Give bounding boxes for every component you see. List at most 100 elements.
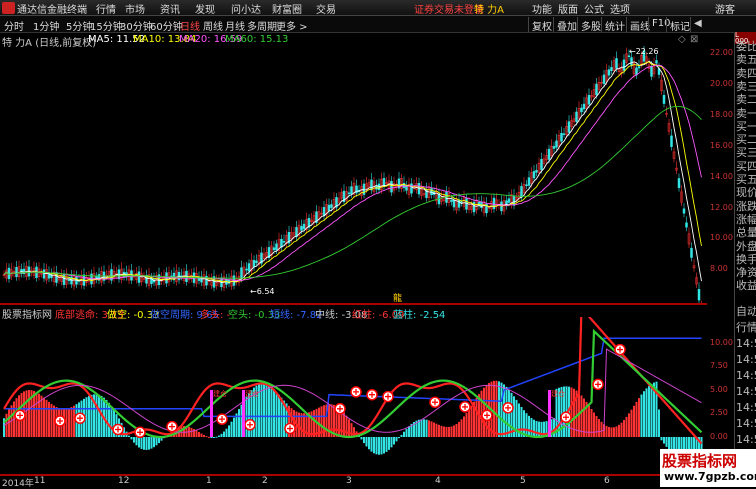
ind-tick: 2.50 xyxy=(710,408,728,417)
indicator-bar xyxy=(530,418,533,437)
menu-wealth[interactable]: 财富圈 xyxy=(272,1,302,16)
tab-intraday[interactable]: 分时 xyxy=(4,18,24,33)
indicator-bar xyxy=(623,420,625,437)
price-chart[interactable]: ←22.26 ←6.54 龍 xyxy=(0,46,707,304)
indicator-bar xyxy=(98,394,100,437)
chart-mark xyxy=(15,267,18,278)
chart-mark xyxy=(300,226,303,231)
tool-statistics[interactable]: 统计 xyxy=(601,17,628,33)
indicator-bar xyxy=(383,437,385,454)
indicator-bar: 股票指标网 底部逃命: 3.13 做空: -0.33 做空周期: 9.65 多头… xyxy=(0,304,707,321)
settings-icon[interactable]: ◇ xyxy=(678,34,686,45)
tab-monthly[interactable]: 月线 xyxy=(225,18,245,33)
chart-mark xyxy=(350,186,353,195)
quote-field-label: 外盘 xyxy=(736,239,756,253)
quote-field-label: 卖一 xyxy=(736,106,756,120)
indicator-bar xyxy=(460,419,463,437)
tab-30min[interactable]: 30分钟 xyxy=(120,18,153,33)
stock-name: 特 力A xyxy=(474,5,505,16)
tab-60min[interactable]: 60分钟 xyxy=(150,18,183,33)
menu-options[interactable]: 选项 xyxy=(610,1,630,16)
quote-field-label: 买四 xyxy=(736,159,756,173)
indicator-bar xyxy=(280,397,283,437)
chart-mark xyxy=(567,121,571,133)
tab-multi-period[interactable]: 多周期 xyxy=(247,18,277,33)
chart-mark xyxy=(282,241,286,243)
collapse-arrow-icon[interactable]: ◀ xyxy=(690,17,705,32)
chart-mark xyxy=(607,69,611,76)
tool-overlay[interactable]: 叠加 xyxy=(553,17,580,33)
quote-lower-label: 14:5 xyxy=(736,369,756,382)
indicator-bar xyxy=(213,437,215,438)
tab-1min[interactable]: 1分钟 xyxy=(33,18,59,33)
menu-discover[interactable]: 发现 xyxy=(195,1,215,16)
indicator-chart[interactable]: 建仓 建仓 建仓 xyxy=(0,317,707,475)
quote-lower-label: 行情 xyxy=(736,321,756,334)
chart-mark xyxy=(685,222,688,228)
indicator-bar xyxy=(268,385,270,437)
indicator-bar xyxy=(475,397,478,437)
indicator-bar xyxy=(445,426,448,437)
indicator-bar xyxy=(208,436,210,438)
indicator-bar xyxy=(635,401,638,437)
indicator-bar xyxy=(435,423,438,437)
chart-mark xyxy=(595,83,598,96)
menu-market[interactable]: 市场 xyxy=(125,1,145,16)
ma60-value: MA60: 15.13 xyxy=(225,34,289,45)
indicator-bar xyxy=(440,425,443,437)
indicator-bar xyxy=(648,385,650,437)
close-icon[interactable]: ⊠ xyxy=(690,34,698,45)
indicator-bar xyxy=(650,383,653,437)
indicator-bar xyxy=(628,413,630,437)
indicator-bar xyxy=(468,409,470,437)
indicator-bar xyxy=(590,408,593,437)
indicator-bar xyxy=(570,387,573,437)
indicator-bar xyxy=(385,437,388,452)
indicator-bar xyxy=(398,437,400,439)
quote-field-label: 委比 xyxy=(736,40,756,53)
indicator-bar xyxy=(65,408,68,437)
indicator-bar xyxy=(645,388,648,437)
indicator-bar xyxy=(438,424,440,437)
menu-function[interactable]: 功能 xyxy=(532,1,552,16)
indicator-bar xyxy=(140,437,143,449)
indicator-bar xyxy=(403,431,405,437)
indicator-bar xyxy=(228,425,230,437)
chart-mark xyxy=(610,67,613,71)
chart-mark xyxy=(272,247,276,251)
chart-mark xyxy=(450,199,453,202)
menu-ask[interactable]: 问小达 xyxy=(231,1,261,16)
tool-restore-rights[interactable]: 复权 xyxy=(528,17,555,33)
menu-trade[interactable]: 交易 xyxy=(316,1,336,16)
user-guest[interactable]: 游客 xyxy=(715,1,735,16)
chart-mark xyxy=(602,74,606,84)
quote-field-label: 买五 xyxy=(736,173,756,186)
indicator-bar xyxy=(663,437,665,444)
ind-tick: 5.00 xyxy=(710,385,728,394)
tab-15min[interactable]: 15分钟 xyxy=(90,18,123,33)
tab-daily[interactable]: 日线 xyxy=(180,18,200,33)
indicator-bar xyxy=(148,437,150,450)
menu-formula[interactable]: 公式 xyxy=(584,1,604,16)
indicator-bar xyxy=(423,419,425,437)
indicator-bar xyxy=(375,437,378,455)
quote-lower-label: 14:5 xyxy=(736,417,756,430)
chart-mark xyxy=(67,279,71,282)
tool-mark[interactable]: 标记 xyxy=(666,17,693,33)
menu-layout[interactable]: 版面 xyxy=(558,1,578,16)
quote-field-label: 净资 xyxy=(736,266,756,280)
indicator-bar xyxy=(633,405,635,437)
tab-5min[interactable]: 5分钟 xyxy=(66,18,92,33)
chart-mark xyxy=(622,59,626,71)
quote-lower-label: 14:5 xyxy=(736,353,756,366)
indicator-bar xyxy=(640,394,643,437)
indicator-bar xyxy=(343,412,345,437)
high-annotation: ←22.26 xyxy=(629,47,659,56)
menu-news[interactable]: 资讯 xyxy=(160,1,180,16)
tool-multi-stock[interactable]: 多股 xyxy=(577,17,604,33)
tab-more[interactable]: 更多 > xyxy=(276,18,308,33)
tab-weekly[interactable]: 周线 xyxy=(203,18,223,33)
indicator-bar xyxy=(373,437,375,454)
indicator-bar xyxy=(110,406,113,437)
menu-quotes[interactable]: 行情 xyxy=(96,1,116,16)
